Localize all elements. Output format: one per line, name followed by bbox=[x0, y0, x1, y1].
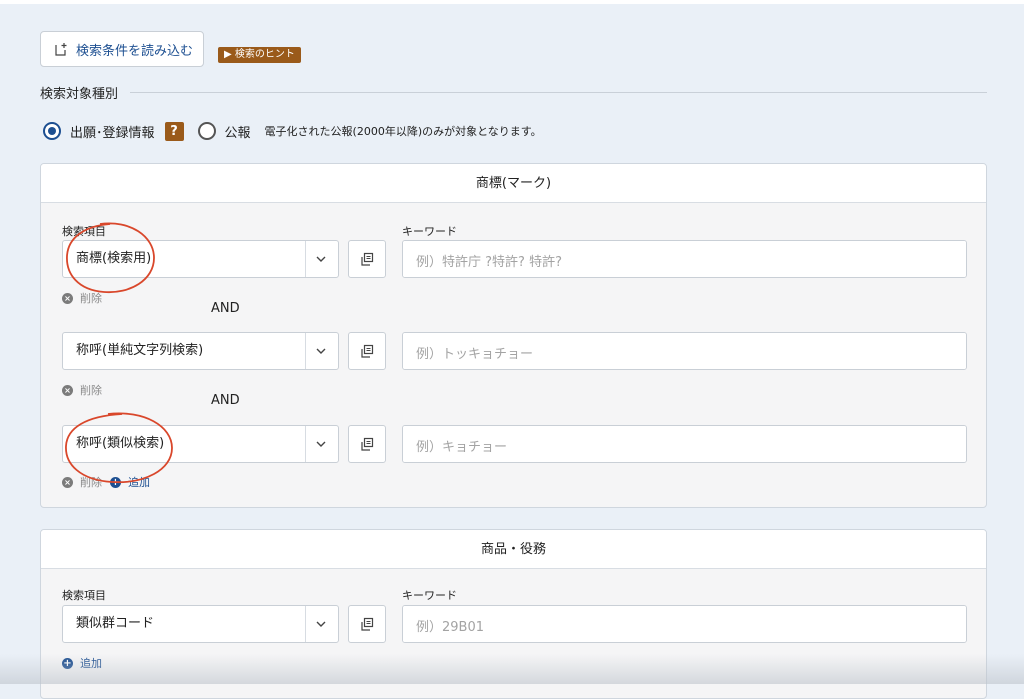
chevron-down-icon bbox=[314, 252, 328, 266]
load-file-icon bbox=[54, 42, 68, 56]
delete-label: 削除 bbox=[80, 382, 102, 398]
delete-icon: × bbox=[62, 385, 73, 396]
search-item-label: 検索項目 bbox=[62, 223, 106, 239]
chevron-down-icon bbox=[314, 344, 328, 358]
row-actions-2: × 削除 bbox=[62, 382, 102, 398]
window-select-icon bbox=[360, 252, 374, 266]
goods-search-item-select-value: 類似群コード bbox=[76, 616, 154, 631]
search-hint-link[interactable]: ▶ 検索のヒント bbox=[218, 47, 301, 63]
keyword-input-2[interactable] bbox=[402, 332, 967, 370]
add-icon: + bbox=[110, 477, 121, 488]
radio-gazette-label[interactable]: 公報 bbox=[225, 122, 251, 141]
search-target-heading: 検索対象種別 bbox=[40, 83, 118, 102]
radio-application-registration[interactable] bbox=[43, 122, 61, 140]
load-conditions-label: 検索条件を読み込む bbox=[76, 40, 193, 59]
goods-services-panel-title: 商品・役務 bbox=[41, 530, 986, 569]
delete-row-button-3[interactable]: × 削除 bbox=[62, 474, 102, 490]
radio-application-registration-label[interactable]: 出願･登録情報 bbox=[70, 122, 155, 141]
goods-search-item-label: 検索項目 bbox=[62, 587, 106, 603]
delete-label: 削除 bbox=[80, 474, 102, 490]
search-item-select-2-value: 称呼(単純文字列検索) bbox=[76, 343, 203, 358]
add-row-button[interactable]: + 追加 bbox=[110, 474, 150, 490]
trademark-panel: 商標(マーク) 検索項目 キーワード 商標(検索用) × 削除 AND 称呼(単純… bbox=[40, 163, 987, 508]
chevron-down-icon bbox=[314, 437, 328, 451]
search-target-options: 出願･登録情報 ? 公報 電子化された公報(2000年以降)のみが対象となります… bbox=[43, 120, 542, 142]
search-item-select-3-value: 称呼(類似検索) bbox=[76, 436, 164, 451]
add-label: 追加 bbox=[128, 474, 150, 490]
and-operator-1: AND bbox=[211, 301, 240, 316]
search-item-select-2[interactable]: 称呼(単純文字列検索) bbox=[62, 332, 339, 370]
section-divider bbox=[130, 92, 987, 93]
window-select-icon bbox=[360, 437, 374, 451]
row-actions-3: × 削除 + 追加 bbox=[62, 474, 150, 490]
search-item-select-3[interactable]: 称呼(類似検索) bbox=[62, 425, 339, 463]
search-item-select-1[interactable]: 商標(検索用) bbox=[62, 240, 339, 278]
top-strip bbox=[0, 0, 1024, 4]
keyword-label: キーワード bbox=[402, 223, 457, 239]
chevron-down-icon bbox=[314, 617, 328, 631]
radio-gazette[interactable] bbox=[198, 122, 216, 140]
field-picker-button-3[interactable] bbox=[348, 425, 386, 463]
delete-row-button-1[interactable]: × 削除 bbox=[62, 290, 102, 306]
gazette-note: 電子化された公報(2000年以降)のみが対象となります。 bbox=[265, 123, 542, 139]
load-conditions-button[interactable]: 検索条件を読み込む bbox=[40, 31, 204, 67]
search-item-select-1-value: 商標(検索用) bbox=[76, 251, 151, 266]
help-icon[interactable]: ? bbox=[165, 122, 184, 141]
and-operator-2: AND bbox=[211, 393, 240, 408]
goods-keyword-label: キーワード bbox=[402, 587, 457, 603]
goods-field-picker-button[interactable] bbox=[348, 605, 386, 643]
trademark-panel-title: 商標(マーク) bbox=[41, 164, 986, 203]
bottom-overlay bbox=[0, 654, 1024, 684]
row-actions-1: × 削除 bbox=[62, 290, 102, 306]
goods-keyword-input[interactable] bbox=[402, 605, 967, 643]
window-select-icon bbox=[360, 617, 374, 631]
keyword-input-1[interactable] bbox=[402, 240, 967, 278]
goods-search-item-select[interactable]: 類似群コード bbox=[62, 605, 339, 643]
window-select-icon bbox=[360, 344, 374, 358]
keyword-input-3[interactable] bbox=[402, 425, 967, 463]
delete-icon: × bbox=[62, 293, 73, 304]
delete-icon: × bbox=[62, 477, 73, 488]
delete-row-button-2[interactable]: × 削除 bbox=[62, 382, 102, 398]
field-picker-button-1[interactable] bbox=[348, 240, 386, 278]
delete-label: 削除 bbox=[80, 290, 102, 306]
field-picker-button-2[interactable] bbox=[348, 332, 386, 370]
